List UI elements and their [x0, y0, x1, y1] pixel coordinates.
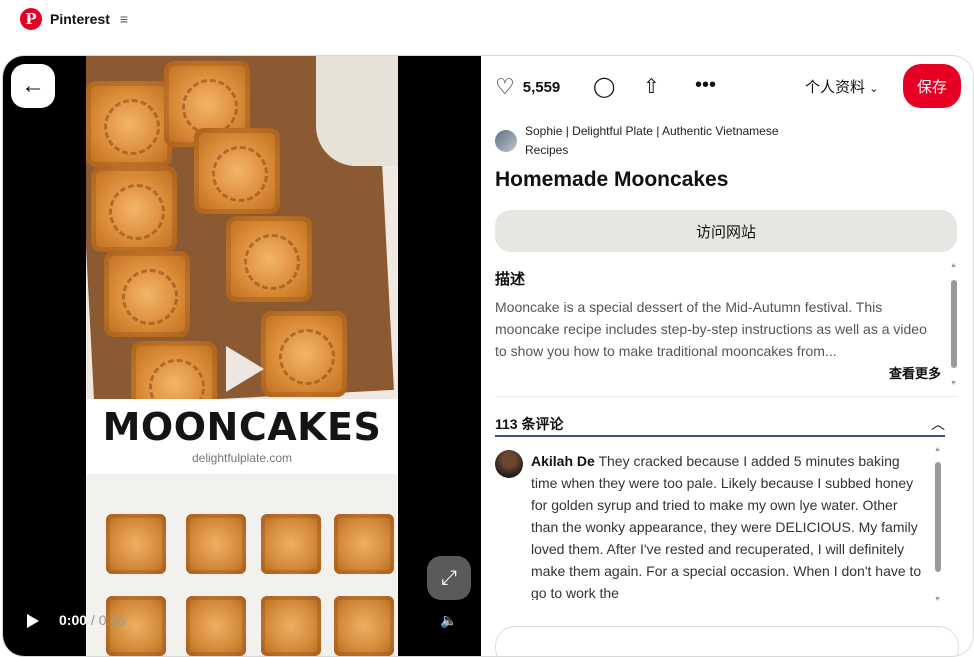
jar-decor [316, 56, 398, 166]
play-icon[interactable] [27, 614, 39, 628]
comment-text: They cracked because I added 5 minutes b… [531, 453, 922, 600]
save-button[interactable]: 保存 [903, 64, 961, 108]
app-name[interactable]: Pinterest [50, 11, 110, 27]
scrollbar-thumb[interactable] [935, 462, 941, 572]
back-button[interactable]: ← [11, 64, 55, 108]
chevron-up-icon[interactable]: ︿ [931, 414, 945, 434]
mooncake [194, 128, 280, 214]
mooncake [86, 81, 172, 167]
chevron-down-icon: ⌄ [869, 83, 879, 95]
divider [495, 396, 957, 397]
pinterest-logo-icon[interactable]: P [20, 8, 42, 30]
mooncake [186, 514, 246, 574]
comment-item: Akilah De They cracked because I added 5… [495, 450, 925, 600]
expand-icon: ⤢ [441, 566, 457, 589]
pin-details-panel: ♡ 5,559 ◯ ⇧ ••• 个人资料 ⌄ 保存 Sophie | Delig… [481, 56, 973, 656]
pin-card: MOONCAKES delightfulplate.com ← ⤢ 0:00 /… [2, 55, 974, 657]
mooncake [104, 251, 190, 337]
pin-image: MOONCAKES delightfulplate.com [86, 56, 398, 656]
see-more-link[interactable]: 查看更多 [889, 363, 941, 382]
comments-underline [495, 435, 945, 437]
video-controls: 0:00 / 0:55 🔈 [3, 606, 481, 636]
visit-site-button[interactable]: 访问网站 [495, 210, 957, 252]
comment-button[interactable]: ◯ [593, 74, 615, 99]
current-time: 0:00 [59, 612, 88, 628]
mooncake [91, 166, 177, 252]
comment-author[interactable]: Akilah De [531, 453, 595, 469]
back-arrow-icon: ← [21, 72, 45, 99]
more-button[interactable]: ••• [695, 74, 716, 97]
video-time: 0:00 / 0:55 [59, 612, 126, 628]
mooncake [106, 514, 166, 574]
author-info[interactable]: Sophie | Delightful Plate | Authentic Vi… [495, 122, 795, 160]
volume-icon[interactable]: 🔈 [440, 612, 457, 629]
action-bar: ♡ 5,559 ◯ ⇧ ••• 个人资料 ⌄ 保存 [495, 64, 965, 108]
description-scrollbar[interactable]: ▲ ▼ [950, 262, 958, 390]
comments-scrollbar[interactable]: ▲ ▼ [934, 446, 942, 606]
share-icon: ⇧ [643, 76, 660, 98]
add-comment-input[interactable] [495, 626, 959, 656]
heart-icon: ♡ [495, 74, 515, 99]
author-name[interactable]: Sophie | Delightful Plate | Authentic Vi… [525, 122, 795, 160]
description-heading: 描述 [495, 271, 526, 288]
comments-heading: 113 条评论 [495, 416, 564, 432]
mooncake [226, 216, 312, 302]
like-count: 5,559 [522, 78, 561, 96]
title-banner: MOONCAKES delightfulplate.com [86, 399, 398, 474]
banner-subtitle: delightfulplate.com [191, 451, 293, 465]
author-avatar[interactable] [495, 130, 517, 152]
pin-title: Homemade Mooncakes [495, 168, 729, 191]
profile-label: 个人资料 [805, 79, 866, 96]
profile-dropdown[interactable]: 个人资料 ⌄ [805, 76, 878, 97]
share-button[interactable]: ⇧ [643, 74, 660, 99]
description-text: Mooncake is a special dessert of the Mid… [495, 299, 927, 359]
more-icon: ••• [695, 74, 717, 96]
total-time: 0:55 [98, 612, 126, 628]
top-bar: P Pinterest ≡ [20, 8, 128, 30]
commenter-avatar[interactable] [495, 450, 523, 478]
menu-icon[interactable]: ≡ [120, 11, 128, 27]
play-overlay-icon[interactable] [226, 346, 264, 392]
mooncake [261, 514, 321, 574]
expand-button[interactable]: ⤢ [427, 556, 471, 600]
mooncake [261, 311, 347, 397]
scrollbar-thumb[interactable] [951, 280, 957, 368]
comment-icon: ◯ [593, 76, 616, 98]
video-player[interactable]: MOONCAKES delightfulplate.com ← ⤢ 0:00 /… [3, 56, 481, 656]
mooncake [334, 514, 394, 574]
banner-title: MOONCAKES [102, 405, 382, 449]
like-button[interactable]: ♡ 5,559 [495, 74, 560, 100]
